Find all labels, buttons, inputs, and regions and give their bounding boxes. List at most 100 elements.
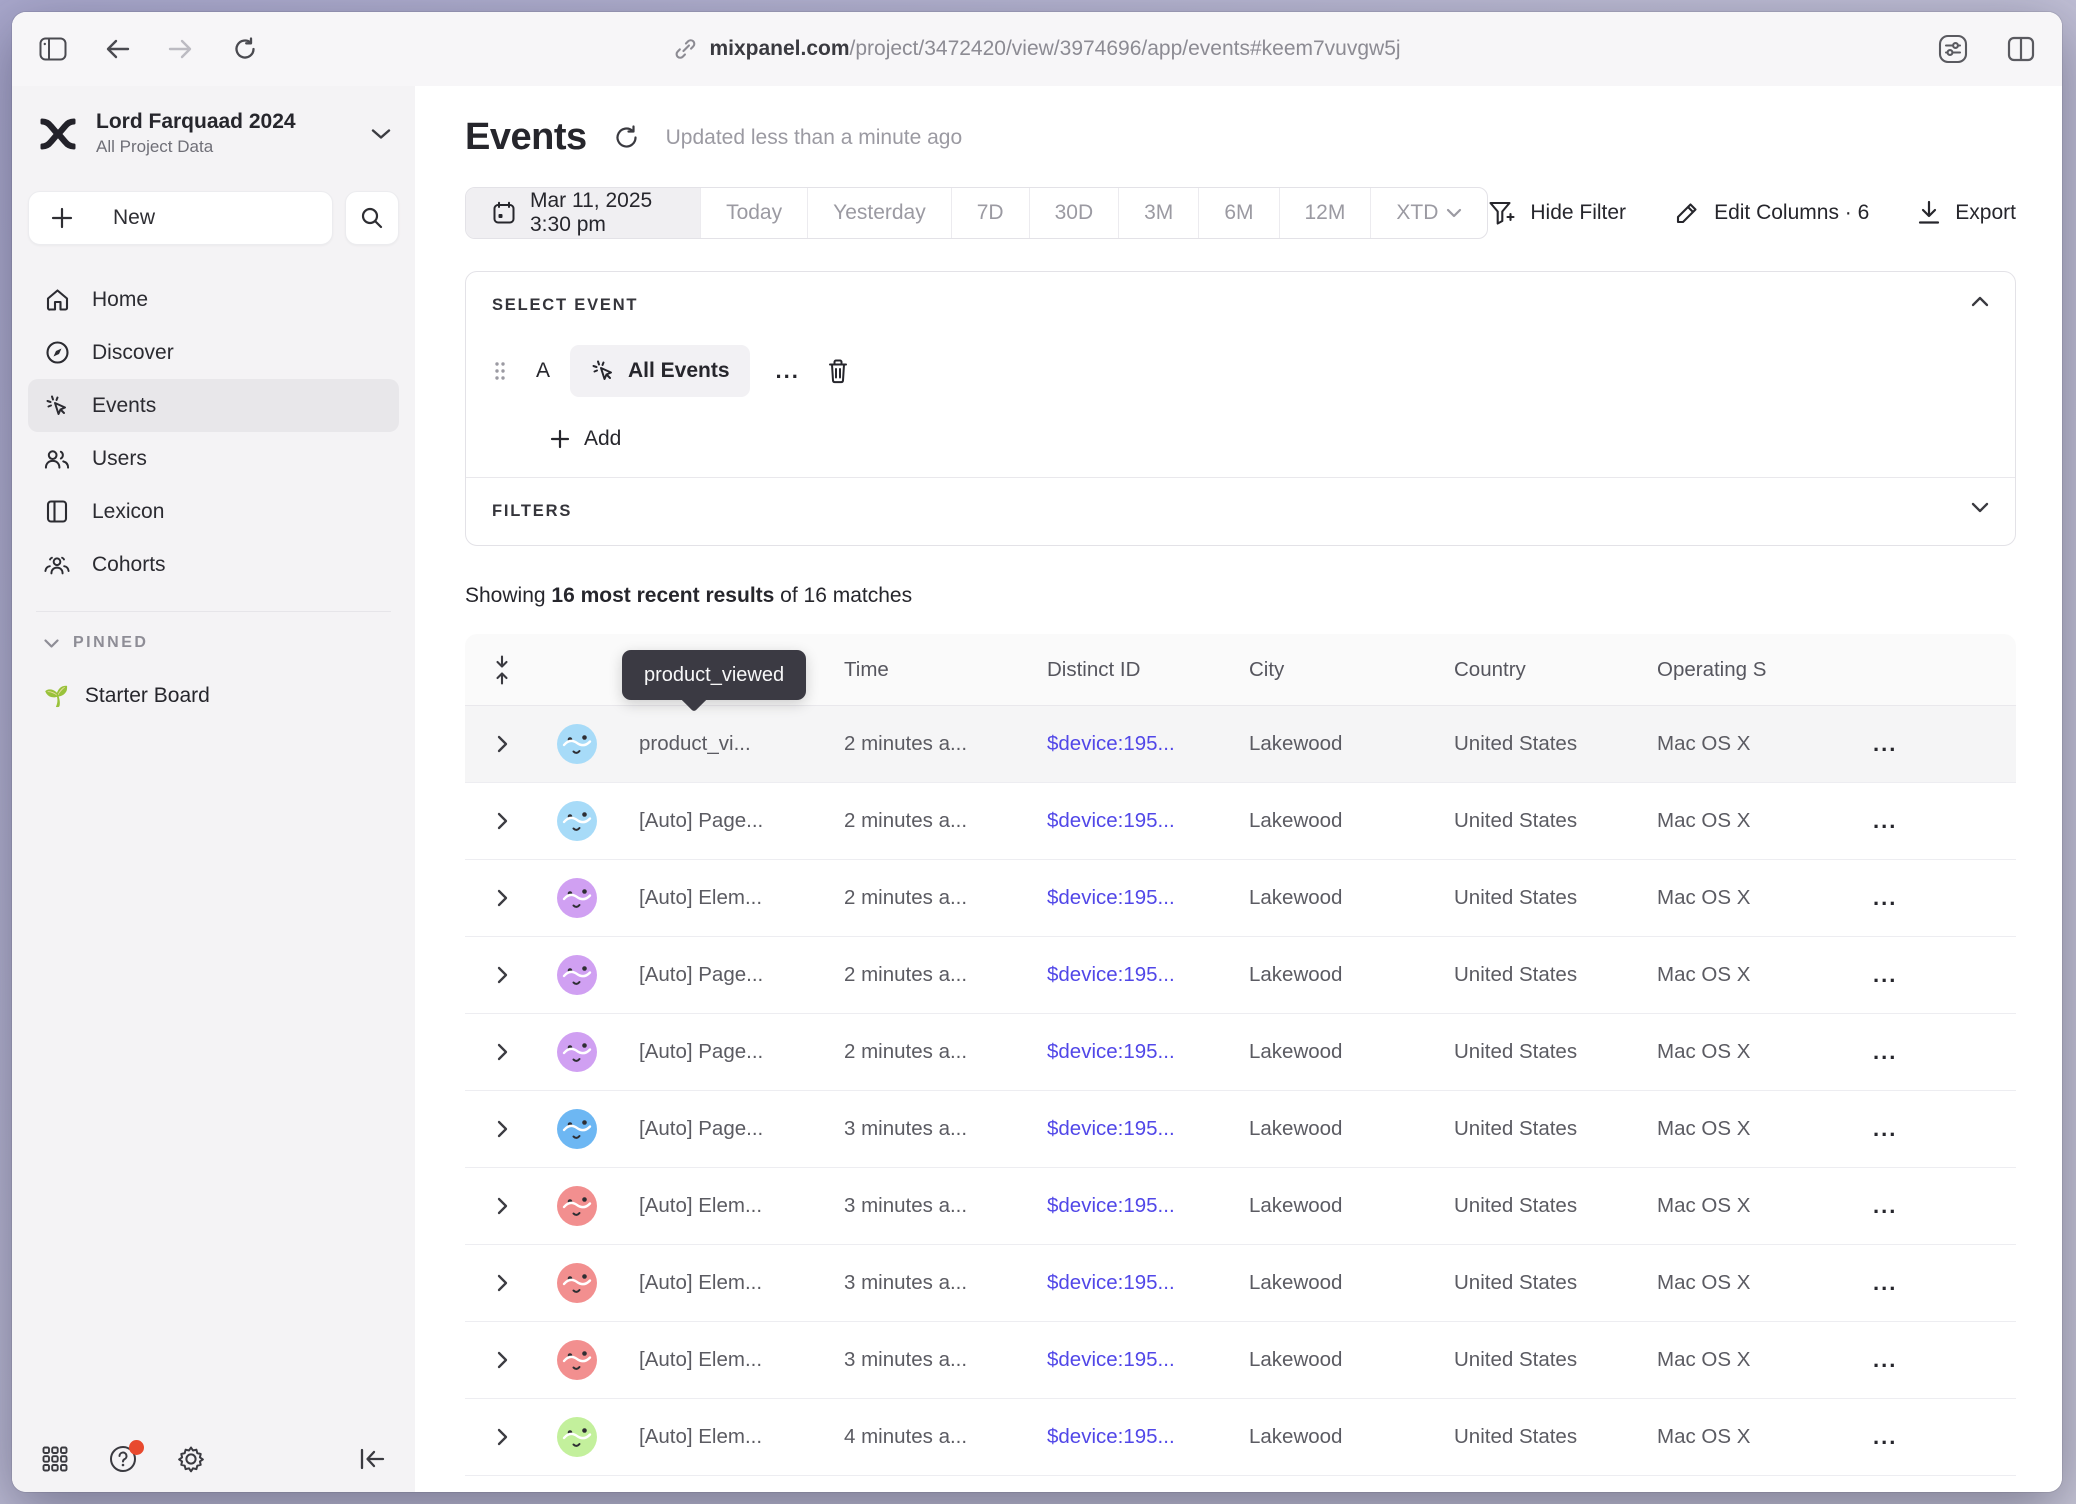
row-actions-menu[interactable]: ... xyxy=(1871,1270,2016,1296)
table-row[interactable]: [Auto] Elem... 3 minutes a... $device:19… xyxy=(465,1322,2016,1399)
preset-12m[interactable]: 12M xyxy=(1279,188,1371,238)
apps-grid-icon[interactable] xyxy=(40,1444,70,1474)
expand-row-icon[interactable] xyxy=(497,1043,508,1061)
expand-row-icon[interactable] xyxy=(497,889,508,907)
sidebar-item-events[interactable]: Events xyxy=(28,379,399,432)
preset-3m[interactable]: 3M xyxy=(1118,188,1198,238)
event-avatar xyxy=(557,1109,597,1149)
cell-distinct-id-link[interactable]: $device:195... xyxy=(1047,1040,1249,1064)
expand-row-icon[interactable] xyxy=(497,812,508,830)
new-button[interactable]: New xyxy=(28,191,333,245)
table-row[interactable]: [Auto] Page... 2 minutes a... $device:19… xyxy=(465,783,2016,860)
column-header-time[interactable]: Time xyxy=(844,658,1047,682)
preset-7d[interactable]: 7D xyxy=(951,188,1029,238)
trash-icon[interactable] xyxy=(826,358,850,384)
cell-distinct-id-link[interactable]: $device:195... xyxy=(1047,1117,1249,1141)
preset-yesterday[interactable]: Yesterday xyxy=(807,188,951,238)
cell-distinct-id-link[interactable]: $device:195... xyxy=(1047,963,1249,987)
search-icon xyxy=(360,206,384,230)
table-row[interactable]: [Auto] Page... 2 minutes a... $device:19… xyxy=(465,1014,2016,1091)
table-row[interactable]: [Auto] Page... 3 minutes a... $device:19… xyxy=(465,1091,2016,1168)
table-row[interactable]: [Auto] Elem... 3 minutes a... $device:19… xyxy=(465,1245,2016,1322)
export-button[interactable]: Export xyxy=(1917,200,2016,226)
preset-6m[interactable]: 6M xyxy=(1198,188,1278,238)
preset-today[interactable]: Today xyxy=(700,188,807,238)
event-avatar xyxy=(557,1032,597,1072)
event-more-menu[interactable]: ... xyxy=(754,358,822,384)
row-actions-menu[interactable]: ... xyxy=(1871,1347,2016,1373)
column-header-os[interactable]: Operating S xyxy=(1657,658,1871,682)
row-actions-menu[interactable]: ... xyxy=(1871,1116,2016,1142)
page-settings-icon[interactable] xyxy=(1938,34,1968,64)
date-picker-segment[interactable]: Mar 11, 2025 3:30 pm xyxy=(466,188,700,238)
add-event-button[interactable]: Add xyxy=(550,427,1989,451)
drag-handle-icon[interactable] xyxy=(492,361,516,381)
row-actions-menu[interactable]: ... xyxy=(1871,1424,2016,1450)
sidebar-item-lexicon[interactable]: Lexicon xyxy=(28,485,399,538)
plus-icon xyxy=(550,429,570,449)
page-title: Events xyxy=(465,116,587,159)
refresh-results-icon[interactable] xyxy=(613,124,640,151)
cell-distinct-id-link[interactable]: $device:195... xyxy=(1047,1425,1249,1449)
back-icon[interactable] xyxy=(102,34,132,64)
expand-row-icon[interactable] xyxy=(497,1351,508,1369)
cell-distinct-id-link[interactable]: $device:195... xyxy=(1047,1271,1249,1295)
collapse-section-icon[interactable] xyxy=(1971,296,1989,307)
preset-xtd[interactable]: XTD xyxy=(1370,188,1487,238)
expand-row-icon[interactable] xyxy=(497,966,508,984)
table-row[interactable]: [Auto] Elem... 3 minutes a... $device:19… xyxy=(465,1168,2016,1245)
sidebar-item-starter-board[interactable]: 🌱 Starter Board xyxy=(28,672,399,720)
collapse-sidebar-icon[interactable] xyxy=(357,1444,387,1474)
cell-time: 3 minutes a... xyxy=(844,1194,1047,1218)
table-row[interactable]: [Auto] Page... 2 minutes a... $device:19… xyxy=(465,937,2016,1014)
row-actions-menu[interactable]: ... xyxy=(1871,962,2016,988)
sidebar-item-discover[interactable]: Discover xyxy=(28,326,399,379)
row-actions-menu[interactable]: ... xyxy=(1871,731,2016,757)
project-switcher[interactable]: Lord Farquaad 2024 All Project Data xyxy=(28,110,399,157)
cell-distinct-id-link[interactable]: $device:195... xyxy=(1047,886,1249,910)
expand-row-icon[interactable] xyxy=(497,1197,508,1215)
refresh-icon[interactable] xyxy=(230,34,260,64)
cell-distinct-id-link[interactable]: $device:195... xyxy=(1047,1348,1249,1372)
url-bar[interactable]: mixpanel.com/project/3472420/view/397469… xyxy=(673,37,1400,61)
column-header-country[interactable]: Country xyxy=(1454,658,1657,682)
sidebar-item-home[interactable]: Home xyxy=(28,273,399,326)
cell-distinct-id-link[interactable]: $device:195... xyxy=(1047,809,1249,833)
table-row[interactable]: [Auto] Elem... 4 minutes a... $device:19… xyxy=(465,1399,2016,1476)
collapse-all-rows-icon[interactable] xyxy=(493,655,511,685)
project-scope: All Project Data xyxy=(96,137,355,157)
table-row[interactable]: product_vi... 2 minutes a... $device:195… xyxy=(465,706,2016,783)
column-header-distinct-id[interactable]: Distinct ID xyxy=(1047,658,1249,682)
settings-gear-icon[interactable] xyxy=(176,1444,206,1474)
events-icon xyxy=(44,393,70,419)
split-view-icon[interactable] xyxy=(2006,34,2036,64)
row-actions-menu[interactable]: ... xyxy=(1871,885,2016,911)
event-avatar xyxy=(557,1340,597,1380)
cell-distinct-id-link[interactable]: $device:195... xyxy=(1047,732,1249,756)
sidebar-item-cohorts[interactable]: Cohorts xyxy=(28,538,399,591)
expand-section-icon[interactable] xyxy=(1971,502,1989,513)
expand-row-icon[interactable] xyxy=(497,735,508,753)
hide-filter-button[interactable]: Hide Filter xyxy=(1488,200,1626,226)
cell-country: United States xyxy=(1454,886,1657,910)
table-row[interactable]: [Auto] Elem... 2 minutes a... $device:19… xyxy=(465,860,2016,937)
cell-distinct-id-link[interactable]: $device:195... xyxy=(1047,1194,1249,1218)
sidebar-item-users[interactable]: Users xyxy=(28,432,399,485)
cell-time: 3 minutes a... xyxy=(844,1271,1047,1295)
expand-row-icon[interactable] xyxy=(497,1274,508,1292)
preset-30d[interactable]: 30D xyxy=(1029,188,1119,238)
browser-sidebar-toggle-icon[interactable] xyxy=(38,34,68,64)
edit-columns-button[interactable]: Edit Columns · 6 xyxy=(1674,200,1869,226)
row-actions-menu[interactable]: ... xyxy=(1871,1039,2016,1065)
pinned-section-header[interactable]: PINNED xyxy=(28,634,399,652)
table-row[interactable] xyxy=(465,1476,2016,1492)
help-icon[interactable] xyxy=(108,1444,138,1474)
event-selector-chip[interactable]: All Events xyxy=(570,345,750,397)
column-header-city[interactable]: City xyxy=(1249,658,1454,682)
row-actions-menu[interactable]: ... xyxy=(1871,808,2016,834)
expand-row-icon[interactable] xyxy=(497,1120,508,1138)
search-button[interactable] xyxy=(345,191,399,245)
forward-icon[interactable] xyxy=(166,34,196,64)
expand-row-icon[interactable] xyxy=(497,1428,508,1446)
row-actions-menu[interactable]: ... xyxy=(1871,1193,2016,1219)
